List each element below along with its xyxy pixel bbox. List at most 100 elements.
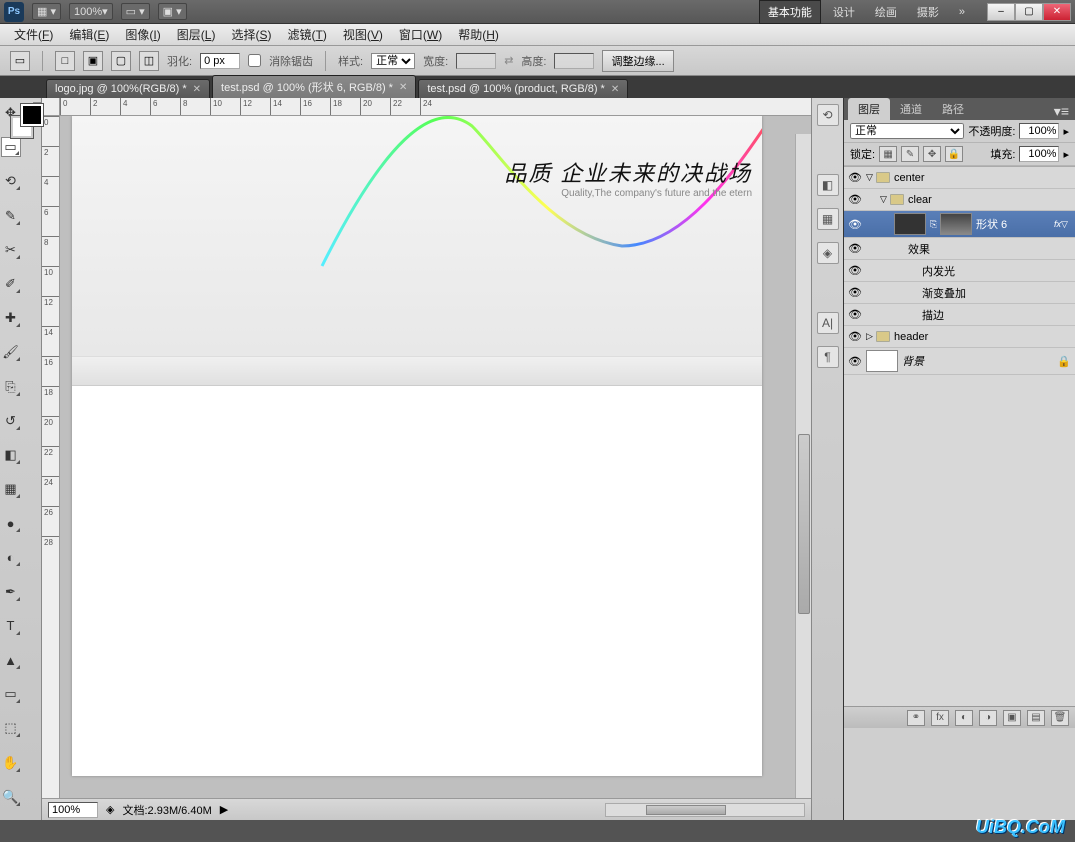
blend-mode-select[interactable]: 正常	[850, 123, 964, 139]
new-selection-icon[interactable]: □	[55, 51, 75, 71]
layers-list[interactable]: 👁 ▽ center 👁 ▽ clear 👁 ⎘	[844, 166, 1075, 706]
hand-tool[interactable]: ✋	[1, 753, 21, 773]
ps-logo[interactable]: Ps	[4, 2, 24, 22]
visibility-icon[interactable]: 👁	[848, 354, 862, 368]
swatches-panel-icon[interactable]: ▦	[817, 208, 839, 230]
arrange-menu[interactable]: ▭ ▾	[121, 3, 150, 20]
workspace-more[interactable]: »	[951, 3, 973, 21]
vertical-ruler[interactable]: 0246810121416182022242628	[42, 116, 60, 798]
close-icon[interactable]: ✕	[193, 84, 201, 95]
fx-badge[interactable]: fx	[1054, 219, 1061, 229]
path-select-tool[interactable]: ▲	[1, 650, 21, 670]
layer-group-clear[interactable]: 👁 ▽ clear	[844, 189, 1075, 211]
link-layers-icon[interactable]: ⚭	[907, 710, 925, 726]
healing-tool[interactable]: ✚	[1, 308, 21, 328]
blur-tool[interactable]: ●	[1, 513, 21, 533]
menu-file[interactable]: 文件(F)	[6, 24, 61, 45]
lock-icon[interactable]: 🔒	[1057, 355, 1071, 368]
visibility-icon[interactable]: 👁	[848, 286, 862, 300]
type-tool[interactable]: T	[1, 616, 21, 636]
menu-window[interactable]: 窗口(W)	[391, 24, 450, 45]
horizontal-ruler[interactable]: 024681012141618202224	[42, 98, 811, 116]
lock-position-icon[interactable]: ✥	[923, 146, 941, 162]
layer-thumb[interactable]	[866, 350, 898, 372]
tab-paths[interactable]: 路径	[932, 98, 974, 120]
chevron-right-icon[interactable]: ▸	[1063, 148, 1069, 161]
layer-effect-gradient-overlay[interactable]: 👁 渐变叠加	[844, 282, 1075, 304]
workspace-painting[interactable]: 绘画	[867, 1, 905, 23]
close-icon[interactable]: ✕	[399, 82, 407, 93]
chevron-right-icon[interactable]: ▶	[220, 803, 228, 816]
tab-channels[interactable]: 通道	[890, 98, 932, 120]
eraser-tool[interactable]: ◧	[1, 445, 21, 465]
color-swatches[interactable]	[21, 104, 33, 138]
visibility-icon[interactable]: 👁	[848, 171, 862, 185]
antialias-checkbox[interactable]	[248, 54, 261, 67]
foreground-color[interactable]	[21, 104, 43, 126]
layer-background[interactable]: 👁 背景 🔒	[844, 348, 1075, 375]
view-mode-menu[interactable]: ▦ ▾	[32, 3, 61, 20]
panel-menu-icon[interactable]: ▾≡	[1048, 103, 1075, 120]
new-group-icon[interactable]: ▣	[1003, 710, 1021, 726]
close-icon[interactable]: ✕	[611, 84, 619, 95]
menu-filter[interactable]: 滤镜(T)	[279, 24, 334, 45]
3d-tool[interactable]: ⬚	[1, 718, 21, 738]
lock-transparency-icon[interactable]: ▦	[879, 146, 897, 162]
lock-pixels-icon[interactable]: ✎	[901, 146, 919, 162]
lock-all-icon[interactable]: 🔒	[945, 146, 963, 162]
menu-view[interactable]: 视图(V)	[335, 24, 391, 45]
paragraph-panel-icon[interactable]: ¶	[817, 346, 839, 368]
window-minimize-button[interactable]: –	[987, 3, 1015, 21]
refine-edge-button[interactable]: 调整边缘...	[602, 50, 673, 72]
expand-icon[interactable]: ▷	[866, 331, 876, 342]
gradient-tool[interactable]: ▦	[1, 479, 21, 499]
layer-name[interactable]: header	[894, 331, 928, 343]
layer-name[interactable]: center	[894, 172, 925, 184]
adjustment-layer-icon[interactable]: ◑	[979, 710, 997, 726]
tool-preset-icon[interactable]: ▭	[10, 51, 30, 71]
menu-layer[interactable]: 图层(L)	[169, 24, 224, 45]
fill-input[interactable]	[1019, 146, 1059, 162]
visibility-icon[interactable]: 👁	[848, 330, 862, 344]
layer-name[interactable]: clear	[908, 194, 932, 206]
feather-input[interactable]	[200, 53, 240, 69]
chevron-right-icon[interactable]: ▸	[1063, 125, 1069, 138]
canvas-viewport[interactable]: 品质 企业未来的决战场 Quality,The company's future…	[60, 116, 811, 798]
pen-tool[interactable]: ✒	[1, 582, 21, 602]
add-selection-icon[interactable]: ▣	[83, 51, 103, 71]
layer-effects[interactable]: 👁 效果	[844, 238, 1075, 260]
status-zoom-input[interactable]	[48, 802, 98, 818]
layer-group-center[interactable]: 👁 ▽ center	[844, 167, 1075, 189]
layer-name[interactable]: 形状 6	[976, 216, 1007, 232]
stamp-tool[interactable]: ⎘	[1, 377, 21, 397]
horizontal-scrollbar[interactable]	[605, 803, 805, 817]
visibility-icon[interactable]: 👁	[848, 308, 862, 322]
tab-layers[interactable]: 图层	[848, 98, 890, 120]
zoom-tool[interactable]: 🔍	[1, 787, 21, 807]
zoom-control[interactable]: 100% ▾	[69, 3, 113, 20]
new-layer-icon[interactable]: ▤	[1027, 710, 1045, 726]
layer-fx-icon[interactable]: fx	[931, 710, 949, 726]
document-tab[interactable]: logo.jpg @ 100%(RGB/8) *✕	[46, 79, 210, 98]
quick-select-tool[interactable]: ✎	[1, 206, 21, 226]
opacity-input[interactable]	[1019, 123, 1059, 139]
menu-select[interactable]: 选择(S)	[223, 24, 279, 45]
delete-layer-icon[interactable]: 🗑	[1051, 710, 1069, 726]
screen-mode-menu[interactable]: ▣ ▾	[158, 3, 187, 20]
layer-effect-stroke[interactable]: 👁 描边	[844, 304, 1075, 326]
brush-tool[interactable]: 🖌	[1, 342, 21, 362]
visibility-icon[interactable]: 👁	[848, 264, 862, 278]
menu-image[interactable]: 图像(I)	[117, 24, 168, 45]
expand-icon[interactable]: ▽	[866, 172, 876, 183]
layer-mask-icon[interactable]: ◐	[955, 710, 973, 726]
layer-shape6[interactable]: 👁 ⎘ 形状 6 fx ▽	[844, 211, 1075, 238]
dodge-tool[interactable]: ◐	[1, 547, 21, 567]
expand-icon[interactable]: ▽	[880, 194, 890, 205]
layer-group-header[interactable]: 👁 ▷ header	[844, 326, 1075, 348]
history-brush-tool[interactable]: ↺	[1, 411, 21, 431]
link-icon[interactable]: ⎘	[930, 219, 940, 230]
scrollbar-thumb[interactable]	[798, 434, 810, 614]
eyedropper-tool[interactable]: ✐	[1, 274, 21, 294]
character-panel-icon[interactable]: A|	[817, 312, 839, 334]
workspace-photography[interactable]: 摄影	[909, 1, 947, 23]
